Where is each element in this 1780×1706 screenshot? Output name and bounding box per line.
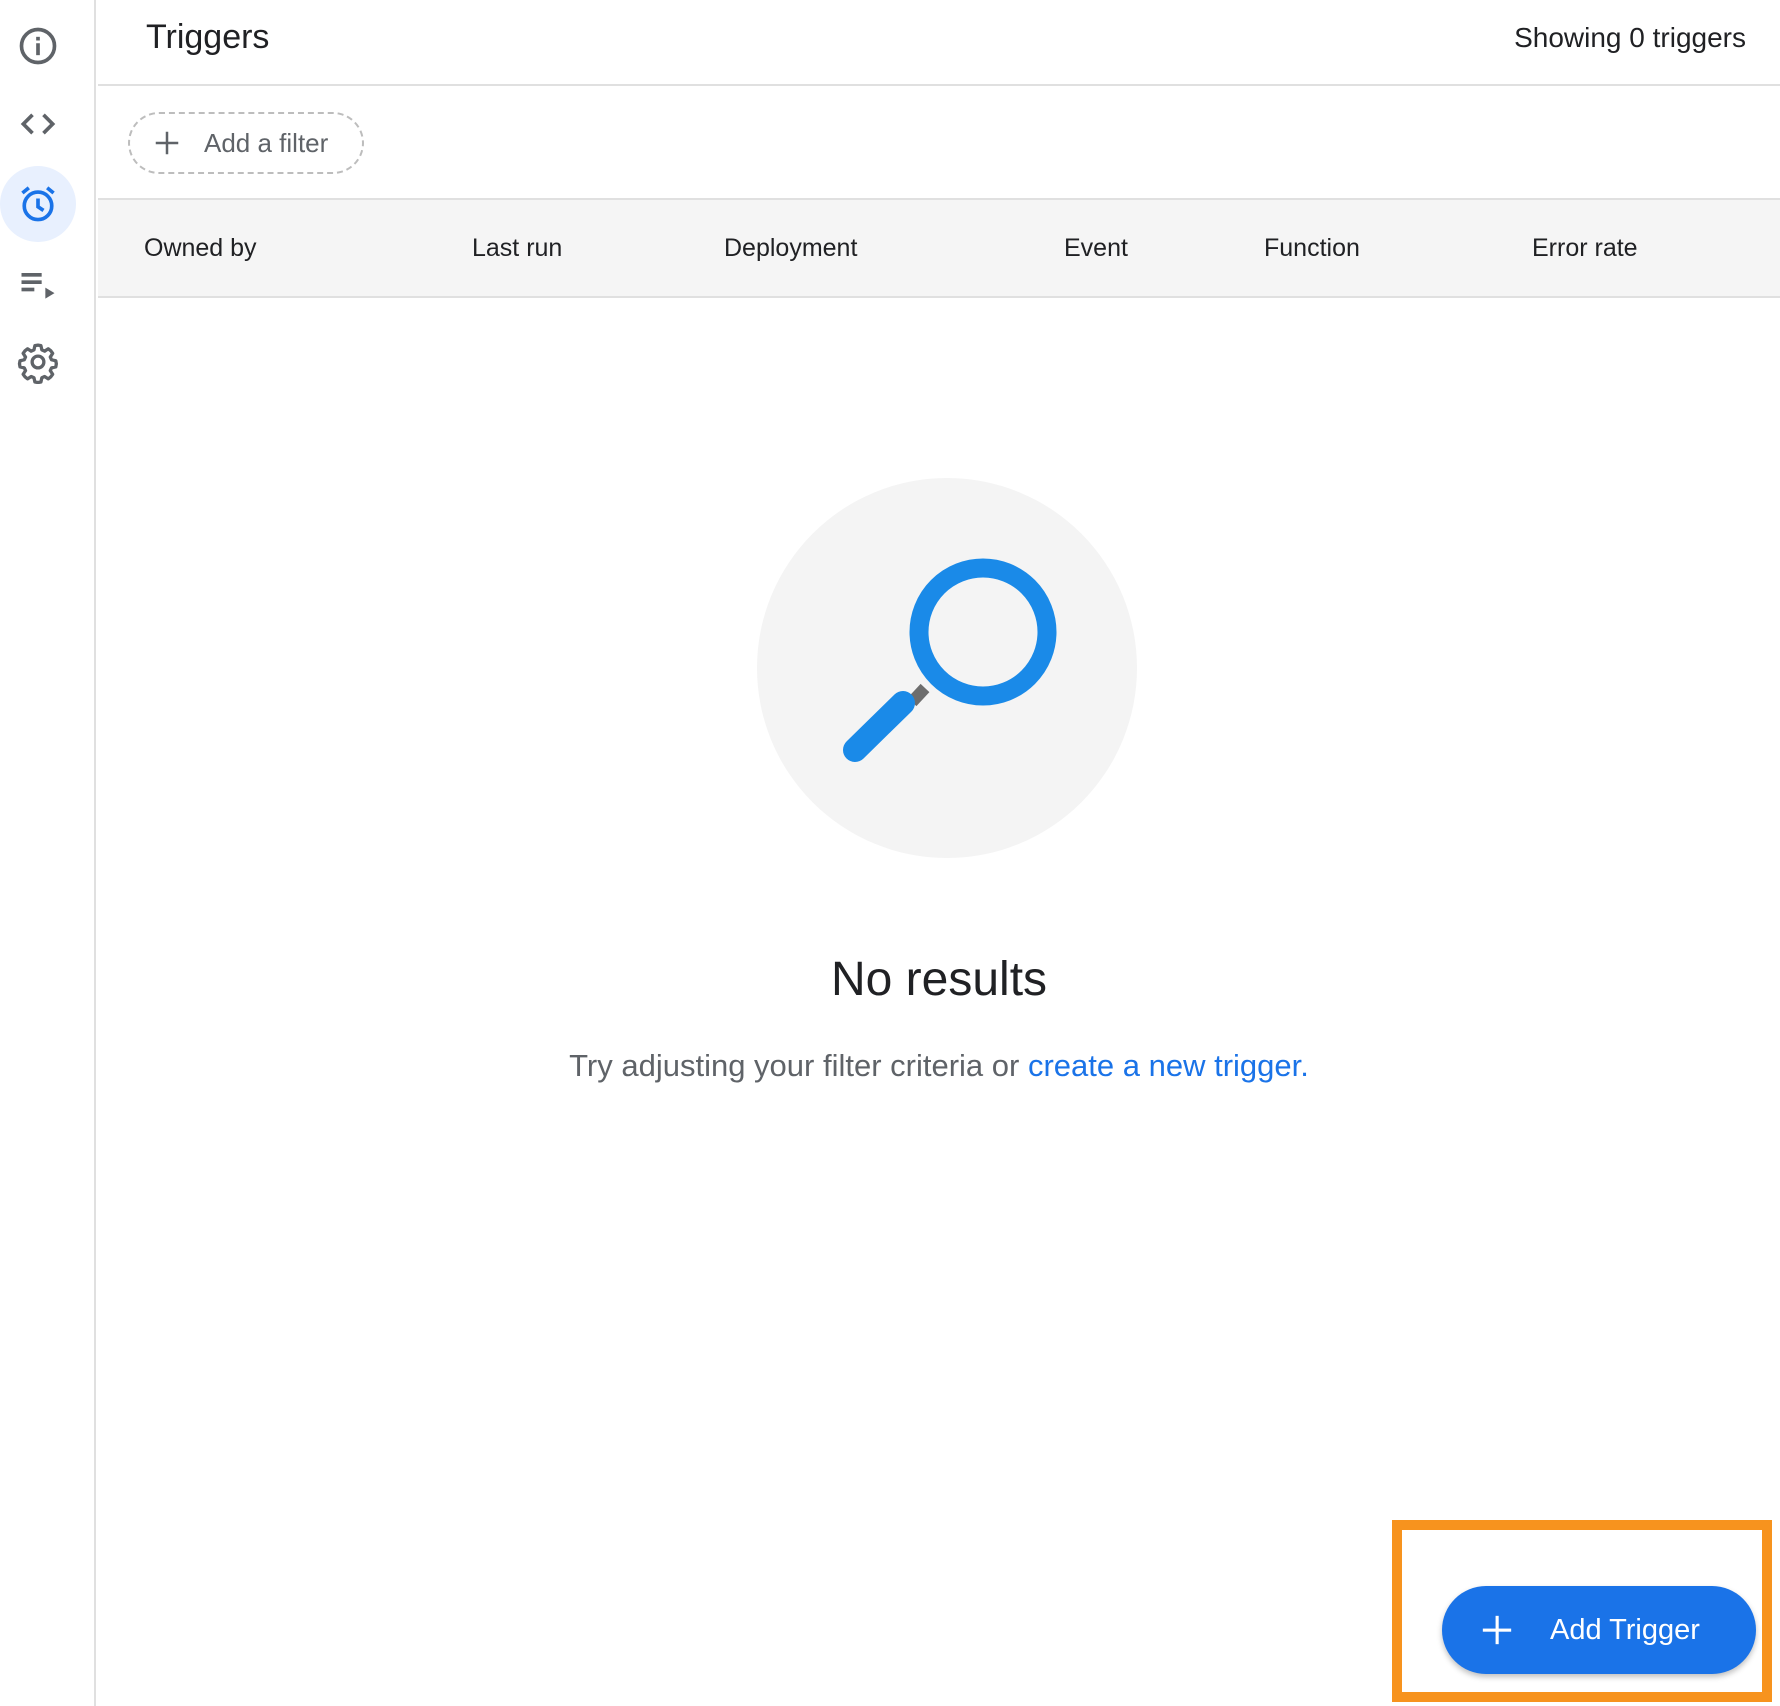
column-error-rate[interactable]: Error rate bbox=[1532, 234, 1638, 263]
trigger-count-text: Showing 0 triggers bbox=[1514, 22, 1746, 53]
plus-icon bbox=[155, 131, 179, 155]
add-filter-label: Add a filter bbox=[204, 127, 329, 158]
left-nav-rail bbox=[0, 0, 96, 1706]
add-trigger-label: Add Trigger bbox=[1550, 1613, 1700, 1646]
playlist-play-icon bbox=[21, 273, 55, 299]
empty-state-message-text: Try adjusting your filter criteria or bbox=[569, 1048, 1020, 1083]
nav-settings[interactable] bbox=[0, 324, 76, 400]
nav-editor[interactable] bbox=[0, 86, 76, 162]
page-header: Triggers Showing 0 triggers bbox=[98, 0, 1780, 86]
empty-state-message: Try adjusting your filter criteria or cr… bbox=[98, 1048, 1780, 1084]
empty-state-title: No results bbox=[830, 953, 1048, 1006]
gear-icon bbox=[17, 343, 58, 384]
column-event[interactable]: Event bbox=[1064, 234, 1128, 263]
add-filter-button[interactable]: Add a filter bbox=[128, 112, 364, 174]
info-icon bbox=[19, 27, 57, 65]
column-function[interactable]: Function bbox=[1264, 234, 1360, 263]
nav-triggers[interactable] bbox=[0, 166, 76, 242]
table-header: Owned by Last run Deployment Event Funct… bbox=[98, 198, 1780, 298]
plus-icon bbox=[1482, 1615, 1512, 1645]
column-last-run[interactable]: Last run bbox=[472, 234, 562, 263]
magnifier-icon bbox=[843, 558, 1057, 762]
add-trigger-button[interactable]: Add Trigger bbox=[1442, 1586, 1756, 1674]
code-icon bbox=[20, 113, 56, 135]
nav-executions[interactable] bbox=[0, 246, 76, 322]
empty-state-illustration bbox=[757, 478, 1137, 858]
create-trigger-link[interactable]: create a new trigger. bbox=[1028, 1048, 1309, 1083]
column-deployment[interactable]: Deployment bbox=[724, 234, 857, 263]
nav-overview[interactable] bbox=[0, 8, 76, 84]
page-title: Triggers bbox=[146, 18, 270, 56]
column-owned-by[interactable]: Owned by bbox=[144, 234, 257, 263]
filter-bar: Add a filter bbox=[98, 88, 1780, 198]
app-root: Triggers Showing 0 triggers Add a filter… bbox=[0, 0, 1780, 1706]
alarm-clock-icon bbox=[21, 186, 55, 222]
